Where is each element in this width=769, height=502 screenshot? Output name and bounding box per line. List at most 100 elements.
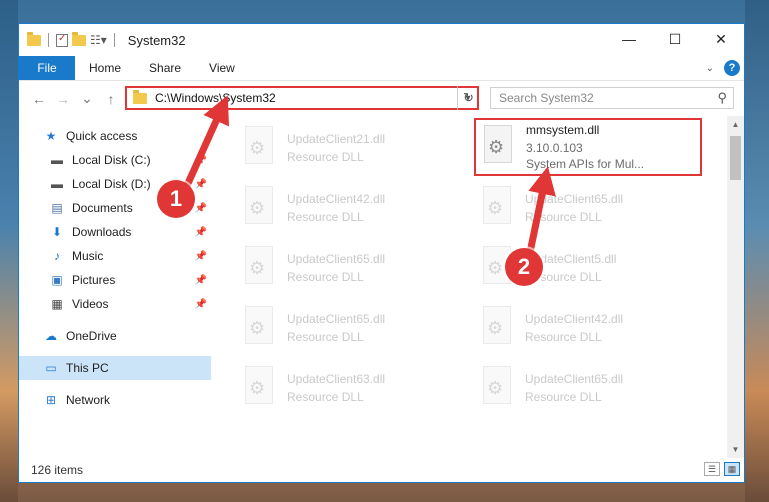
folder-icon	[133, 89, 147, 104]
maximize-button[interactable]: ☐	[652, 24, 698, 54]
folder-icon	[27, 31, 41, 46]
sidebar-item-downloads[interactable]: ⬇ Downloads 📌	[19, 220, 211, 244]
file-name: UpdateClient21.dll	[287, 132, 386, 146]
file-description: Resource DLL	[287, 210, 364, 224]
sidebar-item-videos[interactable]: ▦ Videos 📌	[19, 292, 211, 316]
quick-access-toolbar: ☷▾	[19, 31, 118, 47]
file-item[interactable]: ⚙ UpdateClient65.dll Resource DLL	[479, 182, 699, 234]
view-options-icon[interactable]: ☷▾	[90, 33, 107, 47]
help-icon[interactable]: ?	[724, 60, 740, 76]
file-name: UpdateClient65.dll	[525, 192, 624, 206]
sidebar-item-label: Documents	[72, 201, 133, 215]
scrollbar-thumb[interactable]	[730, 136, 741, 180]
search-input[interactable]: Search System32 ⚲	[490, 87, 734, 109]
pin-icon: 📌	[194, 298, 207, 310]
sidebar-item-label: Local Disk (C:)	[72, 153, 151, 167]
sidebar-item-this-pc[interactable]: ▭ This PC	[19, 356, 211, 380]
file-item[interactable]: ⚙ UpdateClient42.dll Resource DLL	[241, 182, 461, 234]
window-title: System32	[127, 32, 186, 48]
sidebar-item-label: Network	[66, 393, 111, 407]
scroll-up-icon[interactable]: ▲	[727, 116, 744, 133]
close-button[interactable]: ✕	[698, 24, 744, 54]
pictures-icon: ▣	[51, 273, 63, 287]
file-description: System APIs for Mul...	[526, 157, 645, 171]
back-button[interactable]: ←	[27, 91, 51, 107]
pin-icon: 📌	[194, 226, 207, 238]
videos-icon: ▦	[51, 297, 63, 311]
sidebar-item-network[interactable]: ⊞ Network	[19, 388, 211, 412]
search-placeholder: Search System32	[499, 91, 594, 105]
file-description: Resource DLL	[525, 390, 602, 404]
download-icon: ⬇	[51, 225, 63, 239]
music-icon: ♪	[54, 249, 60, 263]
up-button[interactable]: ↑	[99, 91, 123, 107]
explorer-window: ☷▾ System32 — ☐ ✕ File Home Share View ⌄…	[18, 23, 745, 483]
vertical-scrollbar[interactable]: ▲ ▼	[727, 116, 744, 458]
dll-file-icon: ⚙	[480, 125, 516, 169]
dll-file-icon: ⚙	[479, 306, 515, 350]
drive-icon: ▬	[51, 177, 63, 191]
file-item[interactable]: ⚙ UpdateClient21.dll Resource DLL	[241, 122, 461, 174]
sidebar-item-quick-access[interactable]: ★ Quick access	[19, 124, 211, 148]
pin-icon: 📌	[194, 274, 207, 286]
view-switcher: ☰ ▦	[704, 462, 740, 476]
file-description: Resource DLL	[287, 330, 364, 344]
file-item[interactable]: ⚙ UpdateClient65.dll Resource DLL	[241, 302, 461, 354]
sidebar-item-local-disk-c[interactable]: ▬ Local Disk (C:) 📌	[19, 148, 211, 172]
file-description: Resource DLL	[525, 330, 602, 344]
file-item[interactable]: ⚙ UpdateClient42.dll Resource DLL	[479, 302, 699, 354]
ribbon-tabs: File Home Share View ⌄ ?	[19, 56, 744, 80]
title-bar: ☷▾ System32 — ☐ ✕	[19, 24, 744, 56]
file-item[interactable]: ⚙ UpdateClient65.dll Resource DLL	[479, 362, 699, 414]
sidebar-item-label: Downloads	[72, 225, 132, 239]
sidebar-item-label: Quick access	[66, 129, 138, 143]
refresh-button[interactable]: ↻	[457, 86, 479, 110]
recent-locations-button[interactable]: ⌄	[75, 90, 99, 107]
main-area: ★ Quick access ▬ Local Disk (C:) 📌 ▬ Loc…	[19, 116, 744, 458]
tiles-view-icon[interactable]: ▦	[724, 462, 740, 476]
sidebar-item-label: Music	[72, 249, 104, 263]
pin-icon: 📌	[194, 154, 207, 166]
file-item[interactable]: ⚙ UpdateClient65.dll Resource DLL	[241, 242, 461, 294]
pin-icon: 📌	[194, 202, 207, 214]
file-name: UpdateClient42.dll	[525, 312, 624, 326]
minimize-button[interactable]: —	[606, 24, 652, 54]
file-name: mmsystem.dll	[526, 123, 600, 137]
sidebar-item-pictures[interactable]: ▣ Pictures 📌	[19, 268, 211, 292]
address-bar[interactable]: C:\Windows\System32 ▾	[125, 86, 479, 110]
file-name: UpdateClient42.dll	[287, 192, 386, 206]
status-bar: 126 items ☰ ▦	[19, 458, 744, 482]
tab-view[interactable]: View	[195, 56, 249, 80]
dll-file-icon: ⚙	[241, 126, 277, 170]
dll-file-icon: ⚙	[241, 306, 277, 350]
scroll-down-icon[interactable]: ▼	[727, 441, 744, 458]
pc-icon: ▭	[45, 361, 57, 375]
sidebar-item-onedrive[interactable]: ☁ OneDrive	[19, 324, 211, 348]
star-icon: ★	[45, 129, 57, 143]
file-item[interactable]: ⚙ UpdateClient63.dll Resource DLL	[241, 362, 461, 414]
cloud-icon: ☁	[45, 329, 57, 343]
expand-ribbon-icon[interactable]: ⌄	[706, 63, 714, 74]
step-badge-2: 2	[505, 248, 543, 286]
search-icon: ⚲	[717, 90, 727, 105]
properties-icon[interactable]	[56, 33, 68, 47]
tab-home[interactable]: Home	[75, 56, 135, 80]
new-folder-icon[interactable]	[72, 31, 86, 46]
address-text[interactable]: C:\Windows\System32	[155, 91, 459, 105]
sidebar-item-label: Videos	[72, 297, 109, 311]
file-description: Resource DLL	[287, 270, 364, 284]
forward-button[interactable]: →	[51, 91, 75, 107]
details-view-icon[interactable]: ☰	[704, 462, 720, 476]
tab-share[interactable]: Share	[135, 56, 195, 80]
window-controls: — ☐ ✕	[606, 24, 744, 54]
sidebar-item-music[interactable]: ♪ Music 📌	[19, 244, 211, 268]
desktop-background	[0, 0, 18, 502]
dll-file-icon: ⚙	[241, 246, 277, 290]
tab-file[interactable]: File	[19, 56, 75, 80]
dll-file-icon: ⚙	[241, 186, 277, 230]
file-name: UpdateClient65.dll	[525, 372, 624, 386]
file-item-mmsystem[interactable]: ⚙ mmsystem.dll 3.10.0.103 System APIs fo…	[474, 118, 702, 176]
dll-file-icon: ⚙	[241, 366, 277, 410]
